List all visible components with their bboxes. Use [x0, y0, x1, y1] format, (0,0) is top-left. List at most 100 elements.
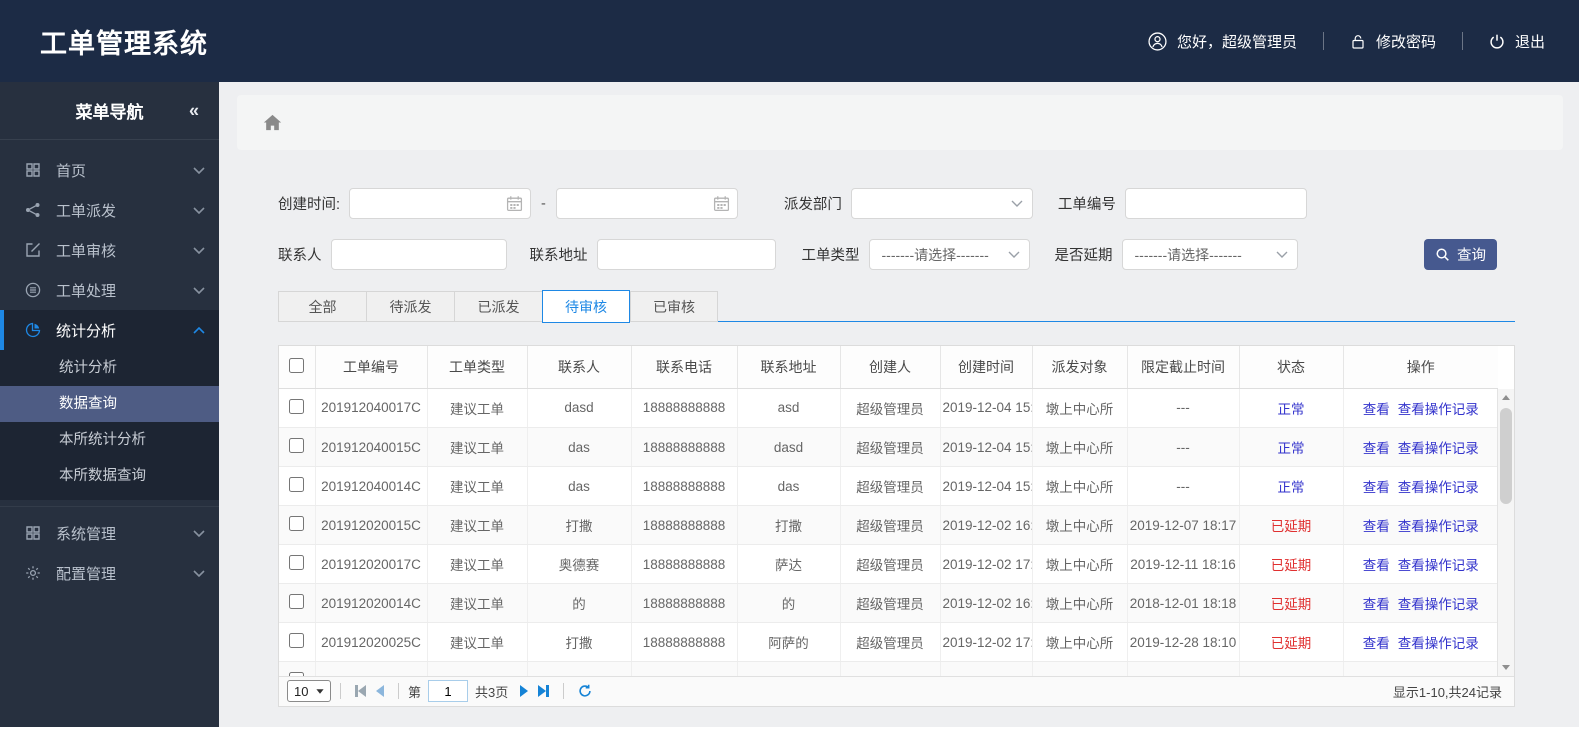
col-order-type: 工单类型	[427, 346, 528, 389]
contact-label: 联系人	[278, 248, 322, 264]
sidebar-item-review[interactable]: 工单审核	[0, 230, 219, 270]
view-link[interactable]: 查看	[1363, 597, 1390, 612]
order-type-select[interactable]: -------请选择-------	[868, 239, 1030, 270]
sidebar-item-home[interactable]: 首页	[0, 150, 219, 190]
sidebar-item-statistics[interactable]: 统计分析	[0, 310, 219, 350]
pagination-bar: 10 第 共3页 显示1-10,共24记录	[279, 675, 1514, 706]
sidebar-subitem-local-data-query[interactable]: 本所数据查询	[0, 458, 219, 494]
dispatch-dept-label: 派发部门	[783, 197, 842, 213]
chevron-down-icon	[193, 206, 205, 214]
refresh-icon[interactable]	[578, 684, 592, 698]
page-size-select[interactable]: 10	[287, 680, 332, 702]
view-log-link[interactable]: 查看操作记录	[1398, 558, 1479, 573]
view-link[interactable]: 查看	[1363, 402, 1390, 417]
record-summary: 显示1-10,共24记录	[1392, 684, 1502, 700]
create-time-end-input[interactable]	[555, 188, 754, 219]
is-delayed-label: 是否延期	[1054, 248, 1113, 264]
change-password-button[interactable]: 修改密码	[1350, 31, 1436, 52]
table-row: 201912040014C 建议工单 das 18888888888 das 超…	[279, 466, 1498, 506]
row-checkbox[interactable]	[289, 516, 305, 531]
share-icon	[25, 202, 42, 218]
is-delayed-select[interactable]: -------请选择-------	[1121, 239, 1298, 270]
sidebar-item-system[interactable]: 系统管理	[0, 513, 219, 553]
chevron-down-icon	[1276, 251, 1288, 258]
view-link[interactable]: 查看	[1363, 636, 1390, 651]
vertical-scrollbar[interactable]	[1497, 389, 1514, 676]
status-badge: 已延期	[1270, 519, 1312, 534]
sidebar-collapse-icon[interactable]: «	[189, 100, 199, 121]
calendar-icon[interactable]	[713, 195, 730, 212]
view-log-link[interactable]: 查看操作记录	[1398, 636, 1479, 651]
view-link[interactable]: 查看	[1363, 519, 1390, 534]
scrollbar-thumb[interactable]	[1500, 408, 1512, 504]
contact-input[interactable]	[330, 239, 507, 270]
chevron-down-icon	[193, 569, 205, 577]
create-time-label: 创建时间:	[278, 197, 341, 213]
view-link[interactable]: 查看	[1363, 558, 1390, 573]
search-icon	[1435, 247, 1450, 262]
tab-reviewed[interactable]: 已审核	[630, 291, 718, 322]
user-greeting[interactable]: 您好，超级管理员	[1148, 31, 1297, 52]
sidebar-item-config[interactable]: 配置管理	[0, 553, 219, 593]
grid-icon	[25, 162, 42, 178]
table-row-partial	[279, 661, 1498, 676]
search-button[interactable]: 查询	[1424, 239, 1497, 270]
status-badge: 正常	[1277, 480, 1305, 495]
user-icon	[1148, 31, 1167, 51]
chevron-down-icon	[193, 529, 205, 537]
create-time-start-input[interactable]	[349, 188, 548, 219]
scroll-up-button[interactable]	[1498, 389, 1514, 406]
address-input[interactable]	[596, 239, 776, 270]
logout-button[interactable]: 退出	[1489, 31, 1545, 52]
home-icon[interactable]	[263, 114, 282, 131]
total-pages-label: 共3页	[474, 684, 509, 700]
calendar-icon[interactable]	[506, 195, 523, 212]
tab-all[interactable]: 全部	[278, 291, 366, 322]
lock-icon	[1350, 33, 1366, 50]
tab-dispatched[interactable]: 已派发	[454, 291, 542, 322]
tab-to-dispatch[interactable]: 待派发	[366, 291, 454, 322]
dispatch-dept-select[interactable]	[850, 188, 1033, 219]
pie-chart-icon	[25, 322, 42, 338]
status-badge: 已延期	[1270, 597, 1312, 612]
col-address: 联系地址	[737, 346, 841, 389]
row-checkbox[interactable]	[289, 594, 305, 609]
row-checkbox[interactable]	[289, 672, 305, 676]
first-page-button[interactable]	[355, 685, 366, 697]
view-link[interactable]: 查看	[1363, 441, 1390, 456]
prev-page-button[interactable]	[375, 685, 384, 697]
tab-pending-review[interactable]: 待审核	[542, 290, 630, 323]
sidebar-subitem-local-statistics[interactable]: 本所统计分析	[0, 422, 219, 458]
table-row: 201912020014C 建议工单 的 18888888888 的 超级管理员…	[279, 583, 1498, 623]
statistics-submenu: 统计分析 数据查询 本所统计分析 本所数据查询	[0, 350, 219, 500]
sidebar-title: 菜单导航	[75, 103, 144, 122]
col-order-no: 工单编号	[315, 346, 428, 389]
page-number-input[interactable]	[427, 680, 468, 702]
view-log-link[interactable]: 查看操作记录	[1398, 480, 1479, 495]
row-checkbox[interactable]	[289, 555, 305, 570]
order-no-input[interactable]	[1124, 188, 1307, 219]
main-content: 创建时间: - 派发部门 工单编号 联系人 联系地址 工单类型 -------请…	[219, 82, 1579, 727]
last-page-button[interactable]	[538, 685, 549, 697]
sidebar-item-process[interactable]: 工单处理	[0, 270, 219, 310]
select-all-checkbox[interactable]	[289, 357, 305, 373]
work-order-table: 工单编号 工单类型 联系人 联系电话 联系地址 创建人 创建时间 派发对象 限定…	[278, 345, 1515, 707]
row-checkbox[interactable]	[289, 477, 305, 492]
sidebar-item-label: 系统管理	[56, 525, 117, 543]
process-icon	[25, 282, 42, 298]
view-log-link[interactable]: 查看操作记录	[1398, 402, 1479, 417]
row-checkbox[interactable]	[289, 633, 305, 648]
bottom-strip	[0, 727, 1579, 744]
sidebar-item-dispatch[interactable]: 工单派发	[0, 190, 219, 230]
next-page-button[interactable]	[520, 685, 529, 697]
view-log-link[interactable]: 查看操作记录	[1398, 519, 1479, 534]
sidebar-subitem-data-query[interactable]: 数据查询	[0, 386, 219, 422]
view-log-link[interactable]: 查看操作记录	[1398, 597, 1479, 612]
row-checkbox[interactable]	[289, 398, 305, 414]
scroll-down-button[interactable]	[1498, 659, 1514, 676]
view-link[interactable]: 查看	[1363, 480, 1390, 495]
sidebar-subitem-statistics[interactable]: 统计分析	[0, 350, 219, 386]
view-log-link[interactable]: 查看操作记录	[1398, 441, 1479, 456]
row-checkbox[interactable]	[289, 438, 305, 453]
table-row: 201912020015C 建议工单 打撒 18888888888 打撒 超级管…	[279, 505, 1498, 545]
